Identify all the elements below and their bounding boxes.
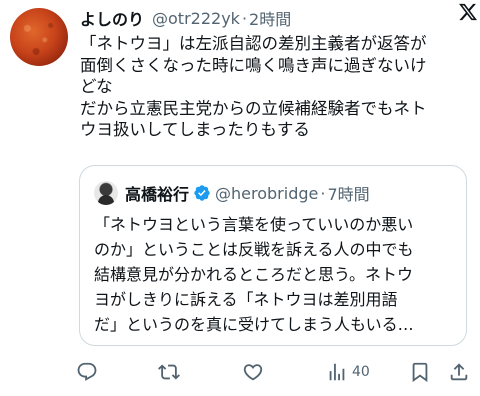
quoted-post[interactable]: 高橋裕行 @herobridge · 7時間 「ネトウヨという言葉を使っていいの… (79, 165, 467, 346)
quote-avatar (94, 181, 118, 205)
post-text-line: 「ネトウヨ」は左派自認の差別主義者が返答が (80, 34, 427, 53)
like-icon (243, 364, 263, 381)
share-icon (450, 363, 468, 381)
quote-text: 「ネトウヨという言葉を使っていいのか悪い のか」ということは反戦を訴える人の中で… (94, 212, 454, 337)
quote-author-handle: @herobridge (215, 183, 319, 203)
like-button[interactable] (242, 358, 264, 386)
post-time[interactable]: 2時間 (249, 6, 291, 30)
post-text-line: ウヨ扱いしてしまったりもする (80, 120, 310, 139)
post-text-line: どな (80, 77, 113, 96)
quote-header-separator: · (320, 183, 326, 203)
quote-text-line: 結構意見が分かれるところだと思う。ネトウ (94, 265, 414, 284)
repost-icon (158, 364, 180, 380)
header-separator: · (241, 8, 248, 28)
author-handle[interactable]: @otr222yk (152, 9, 240, 28)
post-text: 「ネトウヨ」は左派自認の差別主義者が返答が 面倒くさくなった時に鳴く鳴き声に過ぎ… (80, 33, 466, 141)
post-text-line: 面倒くさくなった時に鳴く鳴き声に過ぎないけ (80, 55, 427, 75)
views-count: 40 (352, 364, 370, 380)
verified-badge-icon (194, 185, 210, 201)
quote-text-line: ヨがしきりに訴える「ネトウヨは差別用語 (94, 290, 398, 309)
reply-icon (77, 362, 97, 381)
action-bar: 40 (76, 358, 472, 386)
quote-header: 高橋裕行 @herobridge · 7時間 (94, 180, 370, 206)
share-button[interactable] (448, 358, 470, 386)
reply-button[interactable] (76, 358, 98, 386)
x-logo-icon[interactable] (458, 2, 478, 22)
repost-button[interactable] (158, 358, 180, 386)
quote-text-line: だ」というのを真に受けてしまう人もいる… (94, 315, 414, 334)
quote-time: 7時間 (327, 185, 370, 204)
quote-text-line: のか」ということは反戦を訴える人の中でも (94, 240, 414, 259)
bookmark-icon (412, 362, 428, 383)
post-header: よしのり @otr222yk · 2時間 (80, 6, 466, 30)
views-icon (329, 363, 345, 381)
quote-text-line: 「ネトウヨという言葉を使っていいのか悪い (94, 215, 414, 234)
quote-author-name: 高橋裕行 (125, 185, 190, 204)
bookmark-button[interactable] (409, 358, 431, 386)
author-name[interactable]: よしのり (80, 6, 144, 30)
post-avatar[interactable] (10, 8, 68, 66)
views-button[interactable]: 40 (326, 358, 370, 386)
post-text-line: だから立憲民主党からの立候補経験者でもネト (80, 98, 427, 118)
